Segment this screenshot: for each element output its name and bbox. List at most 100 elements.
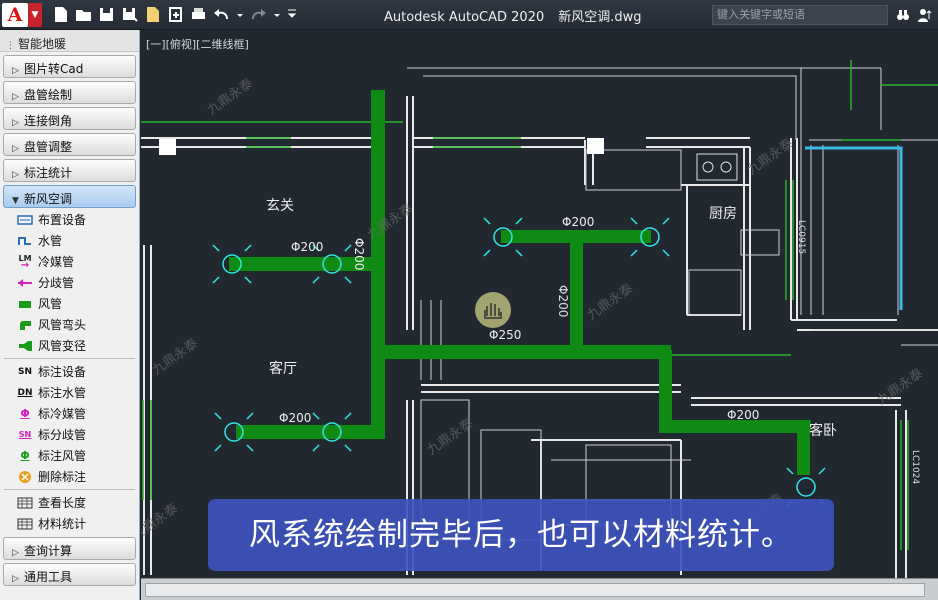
tool-label: 标注设备 bbox=[38, 365, 87, 379]
duct-size-label: Φ200 bbox=[352, 238, 366, 270]
room-label: 客厅 bbox=[269, 360, 297, 377]
divider bbox=[4, 489, 135, 490]
air-duct-icon bbox=[16, 297, 34, 311]
water-pipe-icon bbox=[16, 234, 34, 248]
redo-icon[interactable] bbox=[250, 6, 267, 23]
tool-label-branch[interactable]: SN 标分歧管 bbox=[0, 424, 139, 445]
label-branch-icon: SN bbox=[18, 430, 32, 439]
expand-arrow-icon: ▷ bbox=[12, 144, 19, 154]
delete-label-icon bbox=[16, 470, 34, 484]
tool-label: 分歧管 bbox=[38, 276, 75, 290]
duct-size-label: Φ200 bbox=[291, 240, 323, 254]
category-coil-adjust[interactable]: ▷ 盘管调整 bbox=[3, 133, 136, 156]
tool-label: 风管 bbox=[38, 297, 63, 311]
duct-elbow-icon bbox=[16, 318, 34, 332]
category-label: 连接倒角 bbox=[24, 114, 73, 128]
watermark-text: 九鼎永泰 bbox=[875, 366, 926, 408]
expand-arrow-icon: ▷ bbox=[12, 574, 19, 584]
cursor-hand-icon bbox=[475, 292, 511, 328]
tool-view-length[interactable]: 查看长度 bbox=[0, 492, 139, 513]
tool-refrigerant-pipe[interactable]: LM → 冷媒管 bbox=[0, 251, 139, 272]
duct-reducer-icon bbox=[16, 339, 34, 353]
label-refrigerant-icon: Φ bbox=[20, 407, 30, 420]
open-from-web-icon[interactable] bbox=[144, 6, 161, 23]
cyan-rails bbox=[805, 146, 903, 310]
tool-branch-pipe[interactable]: 分歧管 bbox=[0, 272, 139, 293]
quick-access-toolbar bbox=[52, 6, 297, 23]
tool-duct-elbow[interactable]: 风管弯头 bbox=[0, 314, 139, 335]
expand-arrow-icon: ▷ bbox=[12, 118, 19, 128]
customize-toolbar-icon[interactable] bbox=[287, 6, 297, 23]
watermark-text: 九鼎永泰 bbox=[425, 416, 476, 458]
category-annotation-stats[interactable]: ▷ 标注统计 bbox=[3, 159, 136, 182]
branch-pipe-icon bbox=[16, 276, 34, 290]
stove bbox=[696, 153, 738, 181]
category-label: 盘管调整 bbox=[24, 140, 73, 154]
tool-label: 风管弯头 bbox=[38, 318, 87, 332]
new-file-icon[interactable] bbox=[52, 6, 69, 23]
tool-label-duct[interactable]: Φ 标注风管 bbox=[0, 445, 139, 466]
watermark-text: 九鼎永泰 bbox=[141, 501, 181, 543]
tool-label-refrigerant[interactable]: Φ 标冷媒管 bbox=[0, 403, 139, 424]
chevron-down-icon[interactable] bbox=[236, 6, 244, 23]
category-label: 通用工具 bbox=[24, 570, 73, 584]
tool-label: 材料统计 bbox=[38, 517, 87, 531]
duct-size-label: Φ200 bbox=[562, 215, 594, 229]
tool-place-equipment[interactable]: 布置设备 bbox=[0, 209, 139, 230]
plot-icon[interactable] bbox=[190, 6, 207, 23]
command-input[interactable] bbox=[145, 583, 925, 597]
expand-arrow-icon: ▷ bbox=[12, 66, 19, 76]
label-water-pipe-icon: DN bbox=[17, 387, 33, 398]
application-menu-button[interactable]: A ▼ bbox=[2, 2, 46, 28]
watermark-text: 九鼎永泰 bbox=[150, 336, 201, 378]
room-label: 客卧 bbox=[809, 422, 837, 439]
windows bbox=[141, 60, 938, 550]
equipment-icon bbox=[16, 213, 34, 227]
binoculars-icon[interactable] bbox=[896, 7, 910, 21]
refrigerant-pipe-icon: LM → bbox=[16, 254, 34, 270]
tool-material-stats[interactable]: 材料统计 bbox=[0, 513, 139, 534]
window-title: Autodesk AutoCAD 2020 新风空调.dwg bbox=[384, 6, 642, 25]
material-stats-icon bbox=[16, 517, 34, 531]
command-line[interactable] bbox=[141, 578, 938, 600]
category-query-calc[interactable]: ▷ 查询计算 bbox=[3, 537, 136, 560]
undo-icon[interactable] bbox=[213, 6, 230, 23]
tool-delete-label[interactable]: 删除标注 bbox=[0, 466, 139, 487]
watermark-text: 九鼎永泰 bbox=[585, 281, 636, 323]
tool-label-water-pipe[interactable]: DN 标注水管 bbox=[0, 382, 139, 403]
watermark-text: 九鼎永泰 bbox=[205, 76, 256, 118]
tool-label: 风管变径 bbox=[38, 339, 87, 353]
category-coil-drawing[interactable]: ▷ 盘管绘制 bbox=[3, 81, 136, 104]
viewport-controls-label[interactable]: [一][俯视][二维线框] bbox=[146, 36, 249, 52]
duct-size-label: Φ200 bbox=[556, 285, 570, 317]
user-account-icon[interactable] bbox=[918, 7, 932, 22]
list-icon: ⋮ bbox=[6, 41, 15, 51]
tool-label: 标分歧管 bbox=[38, 428, 87, 442]
chevron-down-icon[interactable] bbox=[273, 6, 281, 23]
duct-size-label: Φ250 bbox=[489, 328, 521, 342]
tool-duct-reducer[interactable]: 风管变径 bbox=[0, 335, 139, 356]
category-fresh-air-ac[interactable]: ▼ 新风空调 bbox=[3, 185, 136, 208]
window-tag: LC1024 bbox=[910, 450, 920, 484]
save-to-web-icon[interactable] bbox=[167, 6, 184, 23]
category-label: 查询计算 bbox=[24, 544, 73, 558]
category-general-tools[interactable]: ▷ 通用工具 bbox=[3, 563, 136, 586]
duct-size-label: Φ200 bbox=[279, 411, 311, 425]
tool-label-equipment[interactable]: SN 标注设备 bbox=[0, 361, 139, 382]
expand-arrow-icon: ▷ bbox=[12, 92, 19, 102]
tool-label: 标注水管 bbox=[38, 386, 87, 400]
save-icon[interactable] bbox=[98, 6, 115, 23]
tool-label: 冷媒管 bbox=[38, 255, 75, 269]
open-file-icon[interactable] bbox=[75, 6, 92, 23]
category-image-to-cad[interactable]: ▷ 图片转Cad bbox=[3, 55, 136, 78]
save-as-icon[interactable] bbox=[121, 6, 138, 23]
search-input[interactable]: 键入关键字或短语 bbox=[712, 5, 888, 25]
category-connect-chamfer[interactable]: ▷ 连接倒角 bbox=[3, 107, 136, 130]
collapse-arrow-icon: ▼ bbox=[12, 196, 19, 206]
expand-arrow-icon: ▷ bbox=[12, 548, 19, 558]
tool-palette-sidebar: ⋮ 智能地暖 ▷ 图片转Cad ▷ 盘管绘制 ▷ 连接倒角 ▷ 盘管调整 ▷ 标注统计 ▼ 新… bbox=[0, 30, 140, 600]
tool-water-pipe[interactable]: 水管 bbox=[0, 230, 139, 251]
palette-title: ⋮ 智能地暖 bbox=[0, 30, 139, 52]
room-label: 厨房 bbox=[709, 206, 737, 222]
tool-air-duct[interactable]: 风管 bbox=[0, 293, 139, 314]
